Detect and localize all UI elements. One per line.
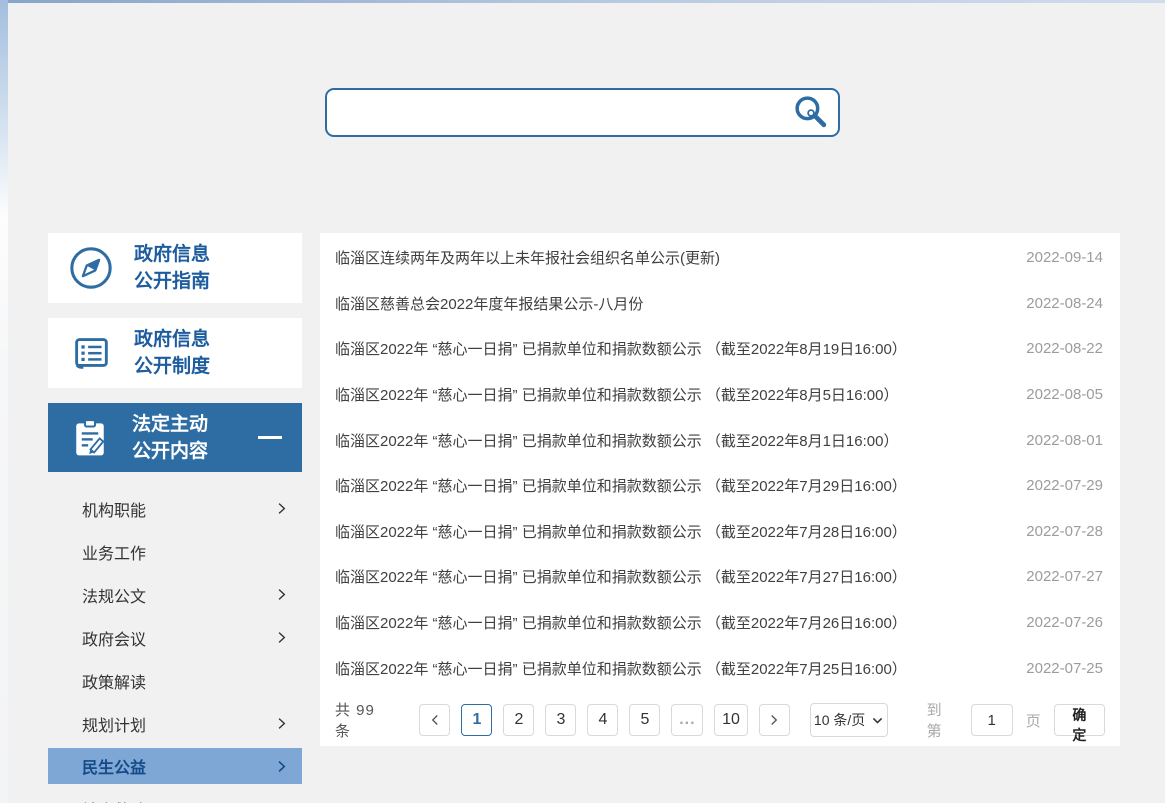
announcement-date: 2022-07-27 xyxy=(1026,568,1103,585)
submenu-label: 法规公文 xyxy=(82,583,146,607)
announcement-link[interactable]: 临淄区2022年 “慈心一日捐” 已捐款单位和捐款数额公示 （截至2022年7月… xyxy=(335,521,907,542)
sidebar-item-label: 政府信息 xyxy=(134,241,210,268)
announcement-link[interactable]: 临淄区2022年 “慈心一日捐” 已捐款单位和捐款数额公示 （截至2022年8月… xyxy=(335,384,898,405)
page-button-4[interactable]: 4 xyxy=(587,704,618,736)
chevron-right-icon xyxy=(275,717,288,730)
submenu-label: 规划计划 xyxy=(82,712,146,736)
page: 政府信息 公开指南 政府信息 公开制度 xyxy=(0,0,1165,803)
list-item: 临淄区2022年 “慈心一日捐” 已捐款单位和捐款数额公示 （截至2022年8月… xyxy=(335,326,1103,372)
search-button[interactable] xyxy=(790,94,830,131)
prev-page-button[interactable] xyxy=(419,704,450,736)
list-item: 临淄区2022年 “慈心一日捐” 已捐款单位和捐款数额公示 （截至2022年7月… xyxy=(335,509,1103,555)
page-button-10[interactable]: 10 xyxy=(714,704,747,736)
total-count: 共 99 条 xyxy=(335,699,394,741)
submenu-item-planning[interactable]: 规划计划 xyxy=(48,702,302,745)
announcement-link[interactable]: 临淄区2022年 “慈心一日捐” 已捐款单位和捐款数额公示 （截至2022年7月… xyxy=(335,612,907,633)
submenu-item-business-work[interactable]: 业务工作 xyxy=(48,530,302,573)
announcement-link[interactable]: 临淄区连续两年及两年以上未年报社会组织名单公示(更新) xyxy=(335,247,720,268)
chevron-right-icon xyxy=(275,502,288,515)
search-icon xyxy=(792,94,829,131)
submenu-item-regulations[interactable]: 法规公文 xyxy=(48,573,302,616)
search-input[interactable] xyxy=(325,88,840,137)
sidebar-item-label: 公开内容 xyxy=(132,438,208,465)
confirm-button[interactable]: 确定 xyxy=(1054,704,1105,736)
submenu-label: 政策解读 xyxy=(82,669,146,693)
announcement-date: 2022-08-05 xyxy=(1026,386,1103,403)
chevron-down-icon xyxy=(872,715,883,726)
page-ellipsis-button[interactable]: ... xyxy=(671,704,703,736)
announcement-date: 2022-09-14 xyxy=(1026,249,1103,266)
list-item: 临淄区慈善总会2022年度年报结果公示-八月份 2022-08-24 xyxy=(335,281,1103,327)
announcement-link[interactable]: 临淄区2022年 “慈心一日捐” 已捐款单位和捐款数额公示 （截至2022年7月… xyxy=(335,658,907,679)
submenu-label: 机构职能 xyxy=(82,497,146,521)
sidebar-item-label: 公开制度 xyxy=(134,353,210,380)
goto-suffix-label: 页 xyxy=(1026,710,1041,731)
announcement-link[interactable]: 临淄区2022年 “慈心一日捐” 已捐款单位和捐款数额公示 （截至2022年7月… xyxy=(335,475,907,496)
submenu-item-public-welfare[interactable]: 民生公益 xyxy=(48,748,302,784)
announcement-date: 2022-08-24 xyxy=(1026,295,1103,312)
page-size-select[interactable]: 10 条/页 xyxy=(810,703,888,737)
sidebar-item-label: 政府信息 xyxy=(134,326,210,353)
announcement-date: 2022-08-01 xyxy=(1026,432,1103,449)
list-item: 临淄区2022年 “慈心一日捐” 已捐款单位和捐款数额公示 （截至2022年7月… xyxy=(335,463,1103,509)
page-button-2[interactable]: 2 xyxy=(503,704,534,736)
sidebar-item-statutory-disclosure[interactable]: 法定主动 公开内容 xyxy=(48,403,302,472)
list-item: 临淄区连续两年及两年以上未年报社会组织名单公示(更新) 2022-09-14 xyxy=(335,235,1103,281)
submenu-label: 政府会议 xyxy=(82,626,146,650)
announcement-link[interactable]: 临淄区慈善总会2022年度年报结果公示-八月份 xyxy=(335,293,643,314)
document-icon xyxy=(68,330,114,376)
chevron-right-icon xyxy=(275,760,288,773)
sidebar-item-gov-info-system[interactable]: 政府信息 公开制度 xyxy=(48,318,302,388)
sidebar: 政府信息 公开指南 政府信息 公开制度 xyxy=(48,233,302,803)
submenu: 机构职能 业务工作 法规公文 政府会议 政策解读 xyxy=(48,487,302,803)
sidebar-item-label: 法定主动 xyxy=(132,411,208,438)
pagination: 共 99 条 1 2 3 4 5 ... 10 10 条/页 到第 xyxy=(320,703,1120,737)
page-button-1[interactable]: 1 xyxy=(461,704,492,736)
page-size-label: 10 条/页 xyxy=(814,710,865,730)
content-panel: 临淄区连续两年及两年以上未年报社会组织名单公示(更新) 2022-09-14 临… xyxy=(320,233,1120,746)
left-border-strip xyxy=(0,0,8,803)
list-item: 临淄区2022年 “慈心一日捐” 已捐款单位和捐款数额公示 （截至2022年8月… xyxy=(335,372,1103,418)
submenu-item-social-assistance[interactable]: 社会救助 xyxy=(48,787,302,803)
announcement-date: 2022-07-25 xyxy=(1026,660,1103,677)
submenu-item-policy-interpretation[interactable]: 政策解读 xyxy=(48,659,302,702)
collapse-minus-icon[interactable] xyxy=(258,436,282,439)
submenu-label: 民生公益 xyxy=(82,754,146,778)
next-page-button[interactable] xyxy=(759,704,790,736)
search-bar xyxy=(325,88,840,137)
announcement-list: 临淄区连续两年及两年以上未年报社会组织名单公示(更新) 2022-09-14 临… xyxy=(320,233,1120,691)
page-button-3[interactable]: 3 xyxy=(545,704,576,736)
submenu-label: 社会救助 xyxy=(82,797,146,803)
page-button-5[interactable]: 5 xyxy=(629,704,660,736)
chevron-right-icon xyxy=(275,588,288,601)
chevron-right-icon xyxy=(275,631,288,644)
list-item: 临淄区2022年 “慈心一日捐” 已捐款单位和捐款数额公示 （截至2022年7月… xyxy=(335,645,1103,691)
submenu-item-organization[interactable]: 机构职能 xyxy=(48,487,302,530)
announcement-date: 2022-07-29 xyxy=(1026,477,1103,494)
announcement-link[interactable]: 临淄区2022年 “慈心一日捐” 已捐款单位和捐款数额公示 （截至2022年8月… xyxy=(335,338,907,359)
chevron-right-icon xyxy=(768,714,780,726)
announcement-date: 2022-07-26 xyxy=(1026,614,1103,631)
compass-icon xyxy=(68,245,114,291)
goto-page-input[interactable] xyxy=(971,704,1013,736)
top-border-strip xyxy=(0,0,1165,3)
chevron-left-icon xyxy=(429,714,441,726)
clipboard-pencil-icon xyxy=(68,415,112,461)
sidebar-item-label: 公开指南 xyxy=(134,268,210,295)
announcement-date: 2022-07-28 xyxy=(1026,523,1103,540)
list-item: 临淄区2022年 “慈心一日捐” 已捐款单位和捐款数额公示 （截至2022年7月… xyxy=(335,600,1103,646)
list-item: 临淄区2022年 “慈心一日捐” 已捐款单位和捐款数额公示 （截至2022年7月… xyxy=(335,554,1103,600)
goto-prefix-label: 到第 xyxy=(927,699,958,741)
list-item: 临淄区2022年 “慈心一日捐” 已捐款单位和捐款数额公示 （截至2022年8月… xyxy=(335,417,1103,463)
announcement-date: 2022-08-22 xyxy=(1026,340,1103,357)
submenu-label: 业务工作 xyxy=(82,540,146,564)
announcement-link[interactable]: 临淄区2022年 “慈心一日捐” 已捐款单位和捐款数额公示 （截至2022年8月… xyxy=(335,430,898,451)
submenu-item-gov-meetings[interactable]: 政府会议 xyxy=(48,616,302,659)
sidebar-item-gov-info-guide[interactable]: 政府信息 公开指南 xyxy=(48,233,302,303)
announcement-link[interactable]: 临淄区2022年 “慈心一日捐” 已捐款单位和捐款数额公示 （截至2022年7月… xyxy=(335,566,907,587)
